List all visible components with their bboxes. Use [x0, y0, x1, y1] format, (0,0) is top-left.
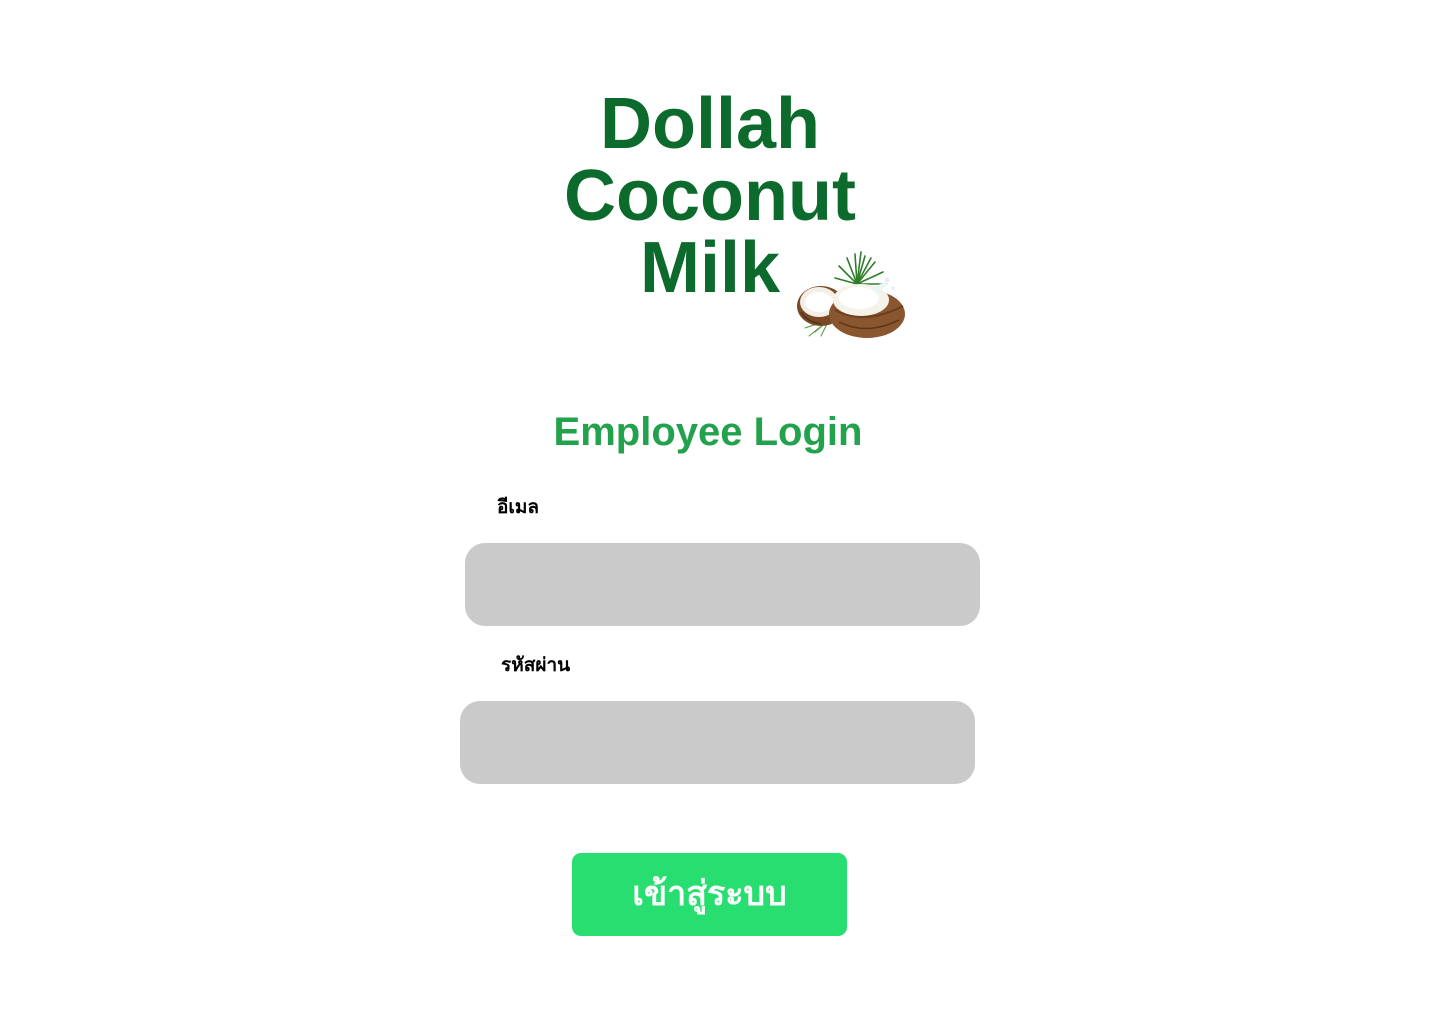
login-button[interactable]: เข้าสู่ระบบ: [572, 853, 847, 936]
palm-leaf-icon: [834, 251, 888, 285]
password-field[interactable]: [460, 701, 975, 784]
coconut-icon: [797, 251, 905, 338]
email-field[interactable]: [465, 543, 980, 626]
login-heading: Employee Login: [553, 410, 863, 454]
brand-title-line-2: Coconut: [564, 156, 856, 236]
password-label: รหัสผ่าน: [501, 654, 571, 676]
brand-title-line-1: Dollah: [599, 84, 820, 164]
email-label: อีเมล: [497, 496, 540, 518]
